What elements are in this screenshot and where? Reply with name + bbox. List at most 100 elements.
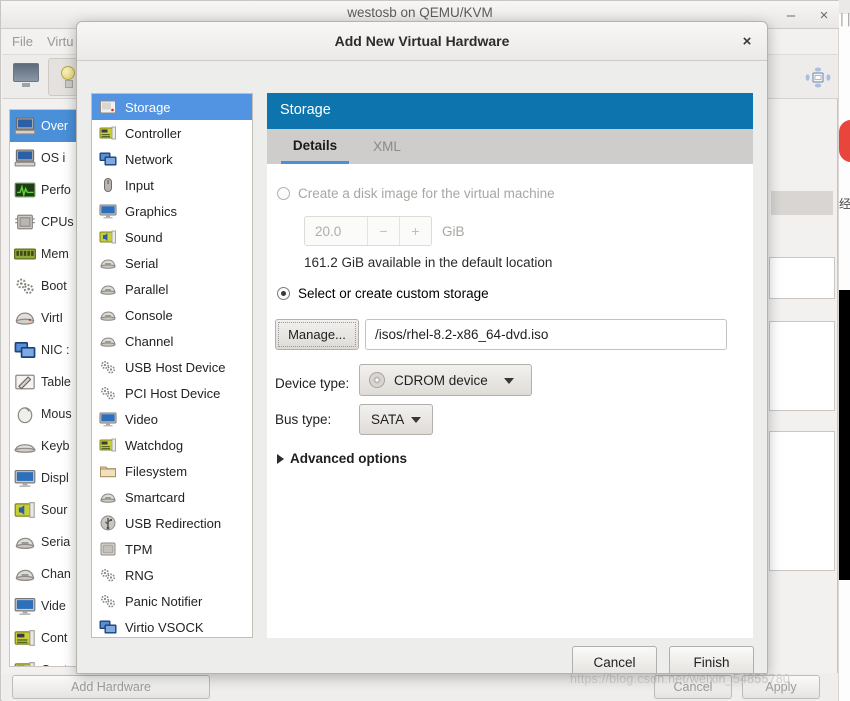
vm-hardware-item-label: Table bbox=[41, 375, 71, 389]
hardware-category-smartcard[interactable]: Smartcard bbox=[92, 484, 252, 510]
create-disk-radio[interactable] bbox=[277, 187, 290, 200]
vm-hardware-item-label: Keyb bbox=[41, 439, 70, 453]
cpu-chip-icon bbox=[14, 212, 36, 232]
hardware-category-filesystem[interactable]: Filesystem bbox=[92, 458, 252, 484]
controller-card-icon bbox=[14, 660, 36, 666]
storage-content-panel: Storage Details XML Create a disk image … bbox=[267, 93, 753, 638]
close-button[interactable]: × bbox=[815, 7, 833, 24]
custom-storage-option[interactable]: Select or create custom storage bbox=[277, 286, 489, 301]
monitor-icon[interactable] bbox=[13, 63, 39, 87]
content-header-title: Storage bbox=[280, 102, 331, 118]
hardware-category-sound[interactable]: Sound bbox=[92, 224, 252, 250]
hardware-category-watchdog[interactable]: Watchdog bbox=[92, 432, 252, 458]
vm-hardware-item[interactable]: Displ bbox=[10, 462, 76, 494]
vm-hardware-item-label: Sour bbox=[41, 503, 68, 517]
vm-hardware-item[interactable]: Mem bbox=[10, 238, 76, 270]
controller-card-icon bbox=[99, 125, 117, 141]
storage-path-input[interactable]: /isos/rhel-8.2-x86_64-dvd.iso bbox=[365, 319, 727, 350]
hardware-category-parallel[interactable]: Parallel bbox=[92, 276, 252, 302]
dialog-finish-button[interactable]: Finish bbox=[669, 646, 754, 673]
vm-hardware-list[interactable]: Over OS i Perfo CPUs Mem Boot VirtI NIC : Table M… bbox=[9, 109, 77, 667]
send-key-icon[interactable] bbox=[805, 67, 831, 89]
manage-button[interactable]: Manage... bbox=[275, 319, 359, 350]
sliver-label: ││ bbox=[839, 14, 850, 26]
vm-hardware-item[interactable]: CPUs bbox=[10, 206, 76, 238]
hardware-category-label: TPM bbox=[125, 541, 153, 557]
hardware-category-tpm[interactable]: TPM bbox=[92, 536, 252, 562]
vm-hardware-item-label: OS i bbox=[41, 151, 66, 165]
gears-icon bbox=[99, 385, 117, 401]
vm-hardware-item[interactable]: VirtI bbox=[10, 302, 76, 334]
hardware-category-rng[interactable]: RNG bbox=[92, 562, 252, 588]
vm-hardware-item[interactable]: NIC : bbox=[10, 334, 76, 366]
hardware-category-virtio-vsock[interactable]: Virtio VSOCK bbox=[92, 614, 252, 637]
sliver-black-region bbox=[839, 290, 850, 580]
vm-hardware-item[interactable]: Sour bbox=[10, 494, 76, 526]
display-icon bbox=[99, 411, 117, 427]
mouse-icon bbox=[14, 404, 36, 424]
minimize-button[interactable]: – bbox=[782, 7, 800, 24]
vm-hardware-item[interactable]: Table bbox=[10, 366, 76, 398]
dialog-cancel-button[interactable]: Cancel bbox=[572, 646, 657, 673]
vm-hardware-item[interactable]: Cont bbox=[10, 654, 76, 666]
bus-type-select[interactable]: SATA bbox=[359, 404, 433, 435]
usb-icon bbox=[99, 515, 117, 531]
hardware-category-storage[interactable]: Storage bbox=[92, 94, 252, 120]
disk-size-unit-label: GiB bbox=[442, 224, 465, 239]
hardware-category-label: Graphics bbox=[125, 203, 178, 219]
hardware-category-panic-notifier[interactable]: Panic Notifier bbox=[92, 588, 252, 614]
hardware-category-list[interactable]: Storage Controller Network Input Graphics Sou… bbox=[91, 93, 253, 638]
vm-hardware-item[interactable]: Mous bbox=[10, 398, 76, 430]
vm-hardware-item[interactable]: Over bbox=[10, 110, 76, 142]
vm-hardware-item[interactable]: Perfo bbox=[10, 174, 76, 206]
vm-hardware-item-label: VirtI bbox=[41, 311, 63, 325]
vm-hardware-item[interactable]: Cont bbox=[10, 622, 76, 654]
network-icon bbox=[14, 340, 36, 360]
hardware-category-input[interactable]: Input bbox=[92, 172, 252, 198]
vm-hardware-item[interactable]: Boot bbox=[10, 270, 76, 302]
hardware-category-video[interactable]: Video bbox=[92, 406, 252, 432]
vm-hardware-item[interactable]: Seria bbox=[10, 526, 76, 558]
hardware-category-console[interactable]: Console bbox=[92, 302, 252, 328]
hardware-category-controller[interactable]: Controller bbox=[92, 120, 252, 146]
mouse-input-icon bbox=[99, 177, 117, 193]
device-type-select[interactable]: CDROM device bbox=[359, 364, 532, 396]
hardware-category-usb-host-device[interactable]: USB Host Device bbox=[92, 354, 252, 380]
hardware-category-label: Network bbox=[125, 151, 173, 167]
hardware-category-graphics[interactable]: Graphics bbox=[92, 198, 252, 224]
hardware-category-network[interactable]: Network bbox=[92, 146, 252, 172]
controller-card-icon bbox=[99, 437, 117, 453]
vm-hardware-item[interactable]: Vide bbox=[10, 590, 76, 622]
gears-icon bbox=[99, 593, 117, 609]
vm-hardware-item[interactable]: Keyb bbox=[10, 430, 76, 462]
computer-icon bbox=[14, 116, 36, 136]
menu-virtual-machine[interactable]: Virtu bbox=[47, 34, 74, 49]
hardware-category-channel[interactable]: Channel bbox=[92, 328, 252, 354]
tab-details[interactable]: Details bbox=[281, 129, 349, 164]
bus-type-label: Bus type: bbox=[275, 412, 332, 427]
add-hardware-button[interactable]: Add Hardware bbox=[12, 675, 210, 699]
tab-xml[interactable]: XML bbox=[363, 129, 411, 164]
vm-hardware-item[interactable]: OS i bbox=[10, 142, 76, 174]
tabstrip: Details XML bbox=[267, 129, 753, 164]
vm-hardware-item[interactable]: Chan bbox=[10, 558, 76, 590]
disk-size-increment-button[interactable]: + bbox=[399, 217, 431, 245]
disk-size-stepper[interactable]: 20.0 − + bbox=[304, 216, 432, 246]
smartcard-icon bbox=[99, 489, 117, 505]
sliver-titlebar bbox=[839, 0, 850, 14]
disk-size-decrement-button[interactable]: − bbox=[367, 217, 399, 245]
sound-card-icon bbox=[99, 229, 117, 245]
sliver-text: 经 bbox=[839, 197, 850, 211]
create-disk-image-option[interactable]: Create a disk image for the virtual mach… bbox=[277, 186, 555, 201]
network-icon bbox=[99, 619, 117, 635]
hardware-category-pci-host-device[interactable]: PCI Host Device bbox=[92, 380, 252, 406]
close-icon[interactable]: × bbox=[739, 33, 755, 50]
custom-storage-radio[interactable] bbox=[277, 287, 290, 300]
hardware-category-serial[interactable]: Serial bbox=[92, 250, 252, 276]
bus-type-value: SATA bbox=[371, 412, 405, 427]
menu-file[interactable]: File bbox=[12, 34, 33, 49]
hardware-category-usb-redirection[interactable]: USB Redirection bbox=[92, 510, 252, 536]
hardware-category-label: Video bbox=[125, 411, 159, 427]
disk-size-value[interactable]: 20.0 bbox=[305, 217, 367, 245]
advanced-options-disclosure[interactable]: Advanced options bbox=[277, 451, 407, 466]
